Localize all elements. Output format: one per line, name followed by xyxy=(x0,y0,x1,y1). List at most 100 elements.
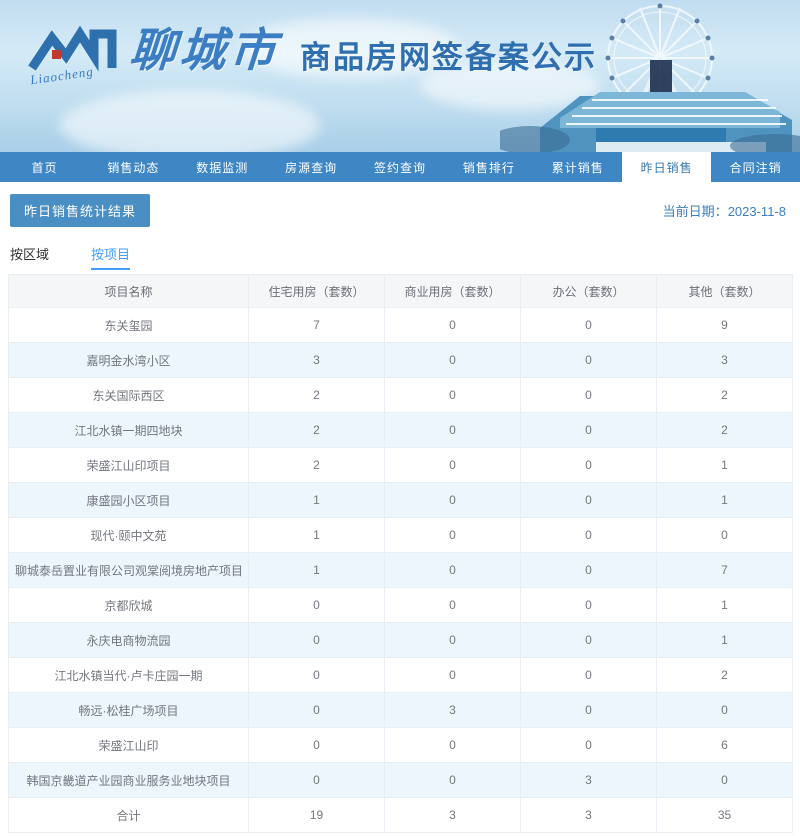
table-row-name: 荣盛江山印项目 xyxy=(9,448,249,483)
table-row-residential: 2 xyxy=(249,413,385,448)
table-row-name: 荣盛江山印 xyxy=(9,728,249,763)
table-row-residential: 0 xyxy=(249,658,385,693)
cloud-decoration xyxy=(60,90,320,152)
table-row: 荣盛江山印0006 xyxy=(9,728,793,763)
table-row: 畅远·松桂广场项目0300 xyxy=(9,693,793,728)
table-row-name: 聊城泰岳置业有限公司观棠阅境房地产项目 xyxy=(9,553,249,588)
table-row-name: 韩国京畿道产业园商业服务业地块项目 xyxy=(9,763,249,798)
table-row-other: 3 xyxy=(657,343,793,378)
table-row-other: 0 xyxy=(657,693,793,728)
table-row: 康盛园小区项目1001 xyxy=(9,483,793,518)
table-header-cell-3: 办公（套数） xyxy=(521,275,657,308)
table-header-cell-4: 其他（套数） xyxy=(657,275,793,308)
table-row-commercial: 3 xyxy=(385,693,521,728)
table-row-residential: 3 xyxy=(249,343,385,378)
table-row-other: 6 xyxy=(657,728,793,763)
table-row: 江北水镇一期四地块2002 xyxy=(9,413,793,448)
table-row: 聊城泰岳置业有限公司观棠阅境房地产项目1007 xyxy=(9,553,793,588)
table-row-office: 0 xyxy=(521,518,657,553)
page-title: 昨日销售统计结果 xyxy=(10,194,150,227)
current-date: 当前日期：2023-11-8 xyxy=(663,201,786,220)
table-header-cell-0: 项目名称 xyxy=(9,275,249,308)
table-row-office: 0 xyxy=(521,658,657,693)
table-row-residential: 0 xyxy=(249,728,385,763)
table-row: 京都欣城0001 xyxy=(9,588,793,623)
table-row-other: 0 xyxy=(657,518,793,553)
table-row: 永庆电商物流园0001 xyxy=(9,623,793,658)
logo-mountain-icon: Liaocheng xyxy=(28,22,120,86)
table-row-other: 1 xyxy=(657,623,793,658)
current-date-value: 2023-11-8 xyxy=(728,204,786,219)
total-row-residential: 19 xyxy=(249,798,385,833)
table-row-name: 江北水镇一期四地块 xyxy=(9,413,249,448)
table-row-residential: 0 xyxy=(249,693,385,728)
table-row-other: 2 xyxy=(657,658,793,693)
table-row-commercial: 0 xyxy=(385,658,521,693)
view-tabs: 按区域 按项目 xyxy=(0,226,800,270)
table-row-other: 2 xyxy=(657,413,793,448)
table-row-office: 0 xyxy=(521,588,657,623)
tab-0[interactable]: 按区域 xyxy=(10,244,49,270)
table-row-residential: 1 xyxy=(249,553,385,588)
total-row-office: 3 xyxy=(521,798,657,833)
table-body: 东关玺园7009嘉明金水湾小区3003东关国际西区2002江北水镇一期四地块20… xyxy=(9,308,793,833)
site-logo: Liaocheng xyxy=(28,22,120,86)
table-row-residential: 2 xyxy=(249,448,385,483)
table-row-office: 3 xyxy=(521,763,657,798)
table-row-commercial: 0 xyxy=(385,483,521,518)
nav-item-2[interactable]: 数据监测 xyxy=(178,152,267,182)
nav-item-8[interactable]: 合同注销 xyxy=(711,152,800,182)
table-row-other: 0 xyxy=(657,763,793,798)
table-row-residential: 1 xyxy=(249,483,385,518)
nav-item-6[interactable]: 累计销售 xyxy=(533,152,622,182)
table-row-commercial: 0 xyxy=(385,343,521,378)
banner: Liaocheng 聊城市 商品房网签备案公示 xyxy=(0,0,800,152)
table-row-residential: 1 xyxy=(249,518,385,553)
nav-item-4[interactable]: 签约查询 xyxy=(356,152,445,182)
tab-1[interactable]: 按项目 xyxy=(91,244,130,270)
table-header-row: 项目名称住宅用房（套数）商业用房（套数）办公（套数）其他（套数） xyxy=(9,275,793,308)
nav-item-5[interactable]: 销售排行 xyxy=(444,152,533,182)
total-row-name: 合计 xyxy=(9,798,249,833)
table-row-other: 1 xyxy=(657,483,793,518)
nav-bar: 首页销售动态数据监测房源查询签约查询销售排行累计销售昨日销售合同注销 xyxy=(0,152,800,182)
table-row-office: 0 xyxy=(521,378,657,413)
table-row-residential: 2 xyxy=(249,378,385,413)
table-row-name: 康盛园小区项目 xyxy=(9,483,249,518)
table-row-other: 2 xyxy=(657,378,793,413)
table-row-commercial: 0 xyxy=(385,588,521,623)
table-row-office: 0 xyxy=(521,483,657,518)
table-row-name: 京都欣城 xyxy=(9,588,249,623)
nav-item-0[interactable]: 首页 xyxy=(0,152,89,182)
table-row: 荣盛江山印项目2001 xyxy=(9,448,793,483)
table-header-cell-2: 商业用房（套数） xyxy=(385,275,521,308)
table-row-commercial: 0 xyxy=(385,378,521,413)
table-row-name: 现代·颐中文苑 xyxy=(9,518,249,553)
table-row: 东关玺园7009 xyxy=(9,308,793,343)
table-row-office: 0 xyxy=(521,308,657,343)
table-row-commercial: 0 xyxy=(385,728,521,763)
table-row-residential: 0 xyxy=(249,588,385,623)
table-row-commercial: 0 xyxy=(385,308,521,343)
table-wrap: 项目名称住宅用房（套数）商业用房（套数）办公（套数）其他（套数） 东关玺园700… xyxy=(0,270,800,833)
table-row-commercial: 0 xyxy=(385,553,521,588)
section-head: 昨日销售统计结果 当前日期：2023-11-8 xyxy=(0,182,800,226)
table-row-commercial: 0 xyxy=(385,448,521,483)
table-row-office: 0 xyxy=(521,623,657,658)
table-row-office: 0 xyxy=(521,343,657,378)
table-row-office: 0 xyxy=(521,448,657,483)
table-row: 现代·颐中文苑1000 xyxy=(9,518,793,553)
nav-item-3[interactable]: 房源查询 xyxy=(267,152,356,182)
table-row-commercial: 0 xyxy=(385,518,521,553)
table-row-residential: 7 xyxy=(249,308,385,343)
total-row-other: 35 xyxy=(657,798,793,833)
table-row: 江北水镇当代·卢卡庄园一期0002 xyxy=(9,658,793,693)
table-row-other: 1 xyxy=(657,588,793,623)
table-row-name: 嘉明金水湾小区 xyxy=(9,343,249,378)
table-row-office: 0 xyxy=(521,553,657,588)
city-name: 聊城市 xyxy=(128,14,283,80)
nav-item-7[interactable]: 昨日销售 xyxy=(622,152,711,182)
table-row-other: 1 xyxy=(657,448,793,483)
nav-item-1[interactable]: 销售动态 xyxy=(89,152,178,182)
total-row-commercial: 3 xyxy=(385,798,521,833)
